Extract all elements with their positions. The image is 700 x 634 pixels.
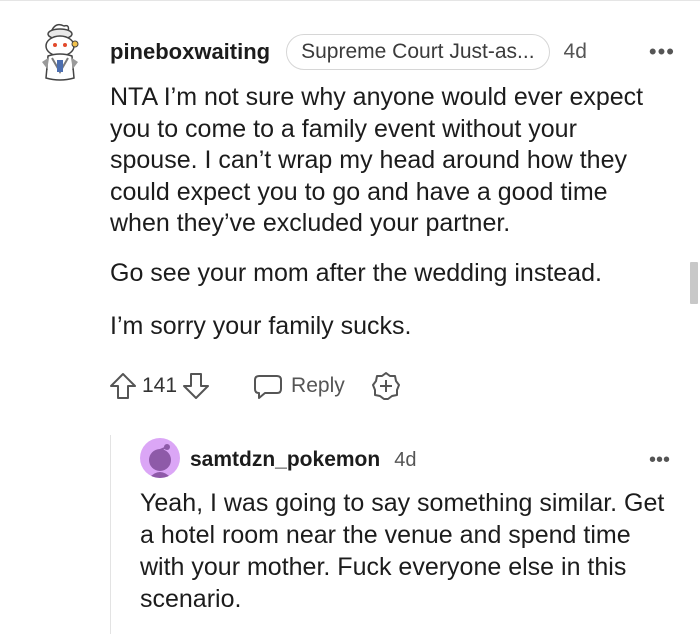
reply-username[interactable]: samtdzn_pokemon xyxy=(190,448,380,472)
reply-more-options-button[interactable]: ••• xyxy=(649,449,670,472)
downvote-icon[interactable] xyxy=(181,371,211,401)
comment-paragraph: NTA I’m not sure why anyone would ever e… xyxy=(110,83,644,237)
comment-paragraph: I’m sorry your family sucks. xyxy=(110,312,412,340)
top-divider xyxy=(0,0,700,1)
vote-score: 141 xyxy=(142,374,178,397)
comment-username[interactable]: pineboxwaiting xyxy=(110,39,270,65)
reply-avatar-icon[interactable] xyxy=(140,438,180,478)
user-flair: Supreme Court Just-as... xyxy=(286,34,550,70)
thread-line[interactable] xyxy=(110,435,111,634)
upvote-icon[interactable] xyxy=(108,371,138,401)
award-plus-icon[interactable] xyxy=(371,371,401,401)
comment-header: pineboxwaiting Supreme Court Just-as... … xyxy=(110,34,675,70)
reply-body: Yeah, I was going to say something simil… xyxy=(140,489,665,613)
speech-bubble-icon xyxy=(254,375,283,399)
reply-label: Reply xyxy=(291,374,345,397)
user-avatar-icon[interactable] xyxy=(38,22,86,84)
reply-header: samtdzn_pokemon 4d ••• xyxy=(190,445,670,475)
snoo-silhouette-icon xyxy=(149,444,171,478)
comment-actions: 141 Reply xyxy=(108,366,401,406)
comment-timestamp: 4d xyxy=(563,40,587,63)
more-options-button[interactable]: ••• xyxy=(649,39,675,65)
reply-timestamp: 4d xyxy=(394,448,417,471)
reply-button[interactable]: Reply xyxy=(253,372,345,400)
comment-paragraph: Go see your mom after the wedding instea… xyxy=(110,259,602,287)
scrollbar-thumb[interactable] xyxy=(690,262,698,304)
